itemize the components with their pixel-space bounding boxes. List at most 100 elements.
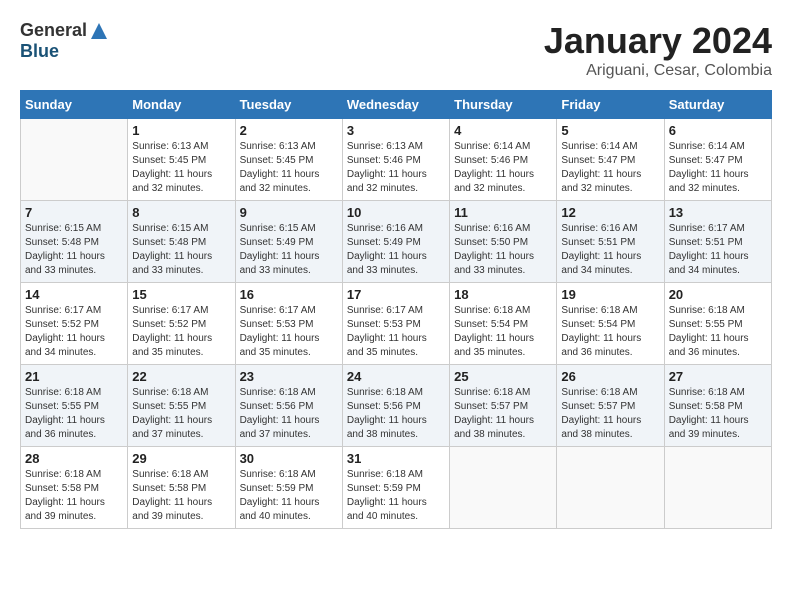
calendar-cell <box>450 447 557 529</box>
day-info: Sunrise: 6:16 AM Sunset: 5:50 PM Dayligh… <box>454 222 552 278</box>
day-info: Sunrise: 6:14 AM Sunset: 5:46 PM Dayligh… <box>454 140 552 196</box>
day-number: 28 <box>25 451 123 466</box>
location-subtitle: Ariguani, Cesar, Colombia <box>544 62 772 80</box>
calendar-week-row: 7 Sunrise: 6:15 AM Sunset: 5:48 PM Daylig… <box>21 201 772 283</box>
day-number: 26 <box>561 369 659 384</box>
calendar-cell <box>21 119 128 201</box>
day-number: 18 <box>454 287 552 302</box>
day-number: 24 <box>347 369 445 384</box>
calendar-cell: 22 Sunrise: 6:18 AM Sunset: 5:55 PM Dayli… <box>128 365 235 447</box>
day-info: Sunrise: 6:18 AM Sunset: 5:56 PM Dayligh… <box>240 386 338 442</box>
day-number: 17 <box>347 287 445 302</box>
day-info: Sunrise: 6:18 AM Sunset: 5:58 PM Dayligh… <box>25 468 123 524</box>
calendar-cell: 6 Sunrise: 6:14 AM Sunset: 5:47 PM Daylig… <box>664 119 771 201</box>
day-info: Sunrise: 6:13 AM Sunset: 5:45 PM Dayligh… <box>132 140 230 196</box>
calendar-cell: 31Sunrise: 6:18 AM Sunset: 5:59 PM Dayli… <box>342 447 449 529</box>
header-friday: Friday <box>557 91 664 119</box>
day-info: Sunrise: 6:18 AM Sunset: 5:57 PM Dayligh… <box>561 386 659 442</box>
day-number: 13 <box>669 205 767 220</box>
calendar-cell: 1Sunrise: 6:13 AM Sunset: 5:45 PM Daylig… <box>128 119 235 201</box>
calendar-cell: 30Sunrise: 6:18 AM Sunset: 5:59 PM Dayli… <box>235 447 342 529</box>
day-number: 23 <box>240 369 338 384</box>
title-area: January 2024 Ariguani, Cesar, Colombia <box>544 20 772 80</box>
day-number: 27 <box>669 369 767 384</box>
header-monday: Monday <box>128 91 235 119</box>
calendar-cell: 26 Sunrise: 6:18 AM Sunset: 5:57 PM Dayli… <box>557 365 664 447</box>
calendar-cell: 5 Sunrise: 6:14 AM Sunset: 5:47 PM Daylig… <box>557 119 664 201</box>
day-number: 16 <box>240 287 338 302</box>
header-sunday: Sunday <box>21 91 128 119</box>
day-number: 2 <box>240 123 338 138</box>
calendar-cell: 27 Sunrise: 6:18 AM Sunset: 5:58 PM Dayli… <box>664 365 771 447</box>
day-number: 9 <box>240 205 338 220</box>
day-number: 20 <box>669 287 767 302</box>
calendar-cell: 25 Sunrise: 6:18 AM Sunset: 5:57 PM Dayli… <box>450 365 557 447</box>
calendar-cell: 17 Sunrise: 6:17 AM Sunset: 5:53 PM Dayli… <box>342 283 449 365</box>
day-info: Sunrise: 6:17 AM Sunset: 5:51 PM Dayligh… <box>669 222 767 278</box>
day-number: 19 <box>561 287 659 302</box>
day-info: Sunrise: 6:17 AM Sunset: 5:52 PM Dayligh… <box>132 304 230 360</box>
calendar-week-row: 28 Sunrise: 6:18 AM Sunset: 5:58 PM Dayli… <box>21 447 772 529</box>
calendar-cell: 3Sunrise: 6:13 AM Sunset: 5:46 PM Daylig… <box>342 119 449 201</box>
day-number: 10 <box>347 205 445 220</box>
day-number: 31 <box>347 451 445 466</box>
calendar-week-row: 14 Sunrise: 6:17 AM Sunset: 5:52 PM Dayli… <box>21 283 772 365</box>
header-thursday: Thursday <box>450 91 557 119</box>
day-info: Sunrise: 6:18 AM Sunset: 5:55 PM Dayligh… <box>669 304 767 360</box>
page-header: General Blue January 2024 Ariguani, Cesa… <box>20 20 772 80</box>
day-number: 5 <box>561 123 659 138</box>
day-info: Sunrise: 6:17 AM Sunset: 5:53 PM Dayligh… <box>347 304 445 360</box>
day-info: Sunrise: 6:17 AM Sunset: 5:52 PM Dayligh… <box>25 304 123 360</box>
calendar-cell: 23 Sunrise: 6:18 AM Sunset: 5:56 PM Dayli… <box>235 365 342 447</box>
calendar-cell: 15 Sunrise: 6:17 AM Sunset: 5:52 PM Dayli… <box>128 283 235 365</box>
calendar-header-row: SundayMondayTuesdayWednesdayThursdayFrid… <box>21 91 772 119</box>
day-number: 30 <box>240 451 338 466</box>
day-number: 3 <box>347 123 445 138</box>
day-info: Sunrise: 6:18 AM Sunset: 5:55 PM Dayligh… <box>132 386 230 442</box>
day-info: Sunrise: 6:18 AM Sunset: 5:58 PM Dayligh… <box>132 468 230 524</box>
calendar-cell <box>557 447 664 529</box>
day-info: Sunrise: 6:16 AM Sunset: 5:49 PM Dayligh… <box>347 222 445 278</box>
month-title: January 2024 <box>544 20 772 62</box>
day-info: Sunrise: 6:14 AM Sunset: 5:47 PM Dayligh… <box>561 140 659 196</box>
day-number: 12 <box>561 205 659 220</box>
day-number: 4 <box>454 123 552 138</box>
calendar-cell: 29 Sunrise: 6:18 AM Sunset: 5:58 PM Dayli… <box>128 447 235 529</box>
day-info: Sunrise: 6:18 AM Sunset: 5:56 PM Dayligh… <box>347 386 445 442</box>
day-number: 15 <box>132 287 230 302</box>
calendar-cell: 14 Sunrise: 6:17 AM Sunset: 5:52 PM Dayli… <box>21 283 128 365</box>
day-info: Sunrise: 6:18 AM Sunset: 5:58 PM Dayligh… <box>669 386 767 442</box>
day-number: 25 <box>454 369 552 384</box>
day-number: 6 <box>669 123 767 138</box>
calendar-cell: 16 Sunrise: 6:17 AM Sunset: 5:53 PM Dayli… <box>235 283 342 365</box>
day-info: Sunrise: 6:16 AM Sunset: 5:51 PM Dayligh… <box>561 222 659 278</box>
calendar-cell: 21Sunrise: 6:18 AM Sunset: 5:55 PM Dayli… <box>21 365 128 447</box>
calendar-week-row: 21Sunrise: 6:18 AM Sunset: 5:55 PM Dayli… <box>21 365 772 447</box>
calendar-cell: 4 Sunrise: 6:14 AM Sunset: 5:46 PM Daylig… <box>450 119 557 201</box>
calendar-cell: 28 Sunrise: 6:18 AM Sunset: 5:58 PM Dayli… <box>21 447 128 529</box>
day-number: 7 <box>25 205 123 220</box>
calendar-cell: 8Sunrise: 6:15 AM Sunset: 5:48 PM Daylig… <box>128 201 235 283</box>
calendar-week-row: 1Sunrise: 6:13 AM Sunset: 5:45 PM Daylig… <box>21 119 772 201</box>
calendar-cell: 12 Sunrise: 6:16 AM Sunset: 5:51 PM Dayli… <box>557 201 664 283</box>
day-number: 14 <box>25 287 123 302</box>
calendar-cell: 2 Sunrise: 6:13 AM Sunset: 5:45 PM Daylig… <box>235 119 342 201</box>
day-info: Sunrise: 6:15 AM Sunset: 5:49 PM Dayligh… <box>240 222 338 278</box>
day-info: Sunrise: 6:13 AM Sunset: 5:45 PM Dayligh… <box>240 140 338 196</box>
calendar-cell: 24 Sunrise: 6:18 AM Sunset: 5:56 PM Dayli… <box>342 365 449 447</box>
day-info: Sunrise: 6:15 AM Sunset: 5:48 PM Dayligh… <box>25 222 123 278</box>
header-wednesday: Wednesday <box>342 91 449 119</box>
day-number: 29 <box>132 451 230 466</box>
day-number: 22 <box>132 369 230 384</box>
calendar-cell: 18Sunrise: 6:18 AM Sunset: 5:54 PM Dayli… <box>450 283 557 365</box>
day-info: Sunrise: 6:18 AM Sunset: 5:57 PM Dayligh… <box>454 386 552 442</box>
day-info: Sunrise: 6:18 AM Sunset: 5:55 PM Dayligh… <box>25 386 123 442</box>
header-tuesday: Tuesday <box>235 91 342 119</box>
calendar-cell: 10 Sunrise: 6:16 AM Sunset: 5:49 PM Dayli… <box>342 201 449 283</box>
logo-blue-text: Blue <box>20 41 59 61</box>
day-info: Sunrise: 6:18 AM Sunset: 5:54 PM Dayligh… <box>561 304 659 360</box>
logo-icon <box>89 21 109 41</box>
calendar-table: SundayMondayTuesdayWednesdayThursdayFrid… <box>20 90 772 529</box>
day-info: Sunrise: 6:17 AM Sunset: 5:53 PM Dayligh… <box>240 304 338 360</box>
day-info: Sunrise: 6:14 AM Sunset: 5:47 PM Dayligh… <box>669 140 767 196</box>
